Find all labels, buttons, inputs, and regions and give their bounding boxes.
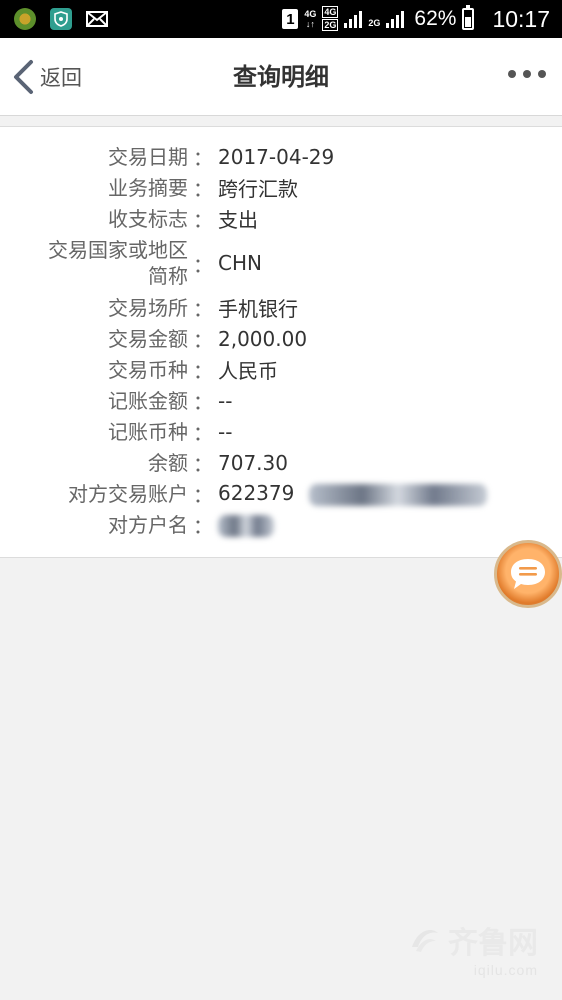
detail-colon: ：: [193, 483, 213, 507]
detail-value: 707.30: [218, 450, 288, 475]
transaction-detail-card: 交易日期 ： 2017-04-29 业务摘要 ： 跨行汇款 收支标志 ： 支出 …: [0, 126, 562, 558]
detail-label: 业务摘要: [108, 175, 188, 200]
battery-icon: [462, 5, 475, 30]
detail-colon: ：: [193, 208, 213, 232]
detail-value: --: [218, 388, 233, 413]
status-bar: 1 4G ↓↑ 4G 2G 2G 62% 10:17: [0, 0, 562, 38]
signal-strength-icon-2: [386, 10, 405, 28]
more-dots-icon: [508, 70, 516, 78]
network-type-2: 4G 2G: [322, 6, 339, 31]
detail-row-balance: 余额 ： 707.30: [0, 447, 562, 478]
chat-bubble-icon: [511, 559, 545, 589]
account-prefix: 622379: [218, 481, 295, 506]
redacted-account-name: [218, 514, 274, 537]
detail-value: 2,000.00: [218, 326, 308, 351]
detail-row-booked-currency: 记账币种 ： --: [0, 416, 562, 447]
battery-percent: 62%: [414, 7, 457, 30]
detail-colon: ：: [193, 177, 213, 201]
app-notification-icon: [14, 8, 36, 30]
page-title: 查询明细: [233, 63, 329, 91]
signal-strength-icon: [344, 10, 363, 28]
watermark: 齐鲁网 iqilu.com: [408, 918, 538, 978]
detail-value: 手机银行: [218, 297, 298, 321]
redacted-account-number: [308, 483, 487, 506]
detail-colon: ：: [193, 390, 213, 414]
detail-label: 记账金额: [108, 388, 188, 413]
watermark-url: iqilu.com: [473, 962, 538, 978]
detail-label: 交易场所: [108, 295, 188, 320]
detail-row-country: 交易国家或地区 简称 ： CHN: [0, 234, 562, 292]
detail-value: 人民币: [218, 359, 278, 383]
mail-icon: [86, 11, 108, 27]
chat-floating-button[interactable]: [494, 540, 562, 608]
shield-icon: [50, 8, 72, 30]
more-options-button[interactable]: [508, 70, 546, 78]
watermark-brand: 齐鲁网: [408, 918, 538, 962]
detail-row-venue: 交易场所 ： 手机银行: [0, 292, 562, 323]
detail-label: 收支标志: [108, 206, 188, 231]
detail-value: 2017-04-29: [218, 144, 335, 169]
detail-label: 交易金额: [108, 326, 188, 351]
detail-row-flow-flag: 收支标志 ： 支出: [0, 203, 562, 234]
watermark-logo-icon: [412, 929, 438, 952]
detail-colon: ：: [193, 328, 213, 352]
detail-value: CHN: [218, 251, 262, 275]
clock: 10:17: [492, 5, 550, 32]
detail-colon: ：: [193, 297, 213, 321]
detail-row-date: 交易日期 ： 2017-04-29: [0, 141, 562, 172]
detail-colon: ：: [193, 359, 213, 383]
detail-colon: ：: [193, 452, 213, 476]
detail-value: 622379: [218, 481, 487, 506]
network-type-3: 2G: [368, 18, 381, 28]
detail-colon: ：: [193, 421, 213, 445]
detail-value: 支出: [218, 208, 258, 232]
detail-value: [218, 512, 274, 537]
sim-slot-icon: 1: [282, 9, 299, 29]
detail-value: 跨行汇款: [218, 177, 298, 201]
network-type-1: 4G ↓↑: [304, 9, 317, 29]
battery-level-fill: [465, 17, 472, 27]
data-arrows-icon: ↓↑: [305, 19, 315, 29]
detail-value: --: [218, 419, 233, 444]
detail-colon: ：: [193, 252, 213, 277]
detail-label: 对方户名: [108, 512, 188, 537]
system-indicators: 1 4G ↓↑ 4G 2G 2G 62% 10:17: [282, 0, 550, 38]
detail-row-summary: 业务摘要 ： 跨行汇款: [0, 172, 562, 203]
detail-label: 交易国家或地区 简称: [0, 237, 188, 289]
detail-label: 记账币种: [108, 419, 188, 444]
detail-colon: ：: [193, 146, 213, 170]
detail-row-currency: 交易币种 ： 人民币: [0, 354, 562, 385]
detail-row-counterparty-name: 对方户名 ：: [0, 509, 562, 540]
detail-row-booked-amount: 记账金额 ： --: [0, 385, 562, 416]
nav-bar: 返回 查询明细: [0, 38, 562, 116]
detail-row-counterparty-account: 对方交易账户 ： 622379: [0, 478, 562, 509]
detail-label: 交易币种: [108, 357, 188, 382]
detail-row-amount: 交易金额 ： 2,000.00: [0, 323, 562, 354]
detail-label-line1: 交易国家或地区: [48, 238, 188, 262]
detail-label: 余额: [148, 450, 188, 475]
detail-label: 交易日期: [108, 144, 188, 169]
detail-colon: ：: [193, 514, 213, 538]
detail-label-line2: 简称: [148, 264, 188, 288]
detail-label: 对方交易账户: [68, 481, 188, 506]
notification-icons: [14, 8, 108, 30]
